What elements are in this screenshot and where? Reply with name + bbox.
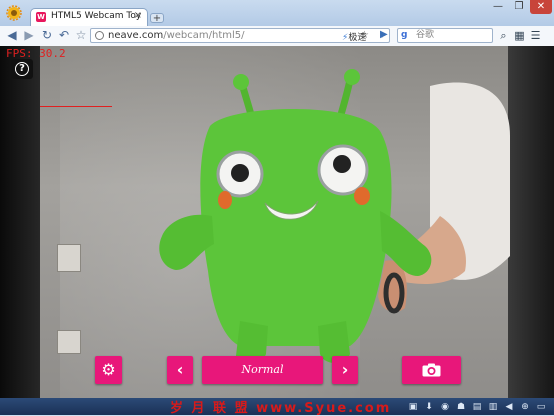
next-filter-button[interactable]: ›: [332, 356, 358, 384]
apps-grid-icon[interactable]: ▦: [513, 29, 526, 42]
minimize-button[interactable]: —: [488, 0, 508, 14]
search-engine-icon: g: [401, 30, 408, 40]
search-placeholder: 谷歌: [416, 30, 435, 40]
webcam-viewport: [0, 46, 554, 398]
gear-icon: ⚙: [101, 360, 116, 379]
speed-mode-button[interactable]: ⚡极速: [342, 30, 366, 43]
tray-icon[interactable]: ☗: [456, 402, 466, 412]
page-globe-icon: [95, 31, 104, 40]
settings-button[interactable]: ⚙: [95, 356, 122, 384]
fps-graph-line: [40, 106, 112, 107]
tray-icon[interactable]: ▭: [536, 402, 546, 412]
toy-body: [200, 108, 392, 347]
tray-icon[interactable]: ◉: [440, 402, 450, 412]
title-bar: W HTML5 Webcam Toy × + — ❐ ✕: [0, 0, 554, 26]
close-window-button[interactable]: ✕: [530, 0, 552, 14]
take-photo-button[interactable]: [402, 356, 461, 384]
go-icon[interactable]: ▶: [380, 29, 388, 40]
tray-icon[interactable]: ▣: [408, 402, 418, 412]
new-tab-button[interactable]: +: [150, 13, 164, 24]
watermark-text: 岁 月 联 盟 www.Syue.com: [170, 401, 392, 416]
menu-icon[interactable]: ☰: [529, 29, 542, 42]
tray-icon[interactable]: ▥: [488, 402, 498, 412]
webcam-image: [159, 69, 510, 364]
toy-left-arm: [159, 214, 214, 270]
back-icon[interactable]: ◀: [5, 28, 19, 42]
tray-icon[interactable]: ▤: [472, 402, 482, 412]
filter-name-label[interactable]: Normal: [202, 356, 323, 384]
favicon-icon: W: [36, 12, 46, 22]
browser-logo-icon[interactable]: [6, 5, 22, 21]
help-button[interactable]: ?: [11, 59, 33, 79]
tab-close-icon[interactable]: ×: [134, 10, 142, 21]
zoom-icon[interactable]: ⊕: [520, 402, 530, 412]
favorite-star-icon[interactable]: ☆: [74, 28, 88, 42]
search-input[interactable]: g 谷歌: [397, 28, 493, 43]
help-icon: ?: [15, 62, 29, 76]
refresh-icon[interactable]: ↻: [40, 28, 54, 42]
volume-icon[interactable]: ◀: [504, 402, 514, 412]
search-icon[interactable]: ⌕: [497, 29, 510, 42]
url-text: neave.com/webcam/html5/: [108, 30, 245, 41]
browser-toolbar: ◀ ▶ ↻ ↶ ☆ neave.com/webcam/html5/ ☆ ▾ ⚡极…: [0, 26, 554, 47]
previous-filter-button[interactable]: ‹: [167, 356, 193, 384]
download-icon[interactable]: ⬇: [424, 402, 434, 412]
camera-icon: [422, 363, 441, 377]
forward-icon[interactable]: ▶: [22, 28, 36, 42]
tab-title: HTML5 Webcam Toy: [51, 11, 142, 21]
undo-icon[interactable]: ↶: [57, 28, 71, 42]
browser-tab[interactable]: W HTML5 Webcam Toy ×: [30, 8, 148, 26]
maximize-button[interactable]: ❐: [509, 0, 529, 14]
